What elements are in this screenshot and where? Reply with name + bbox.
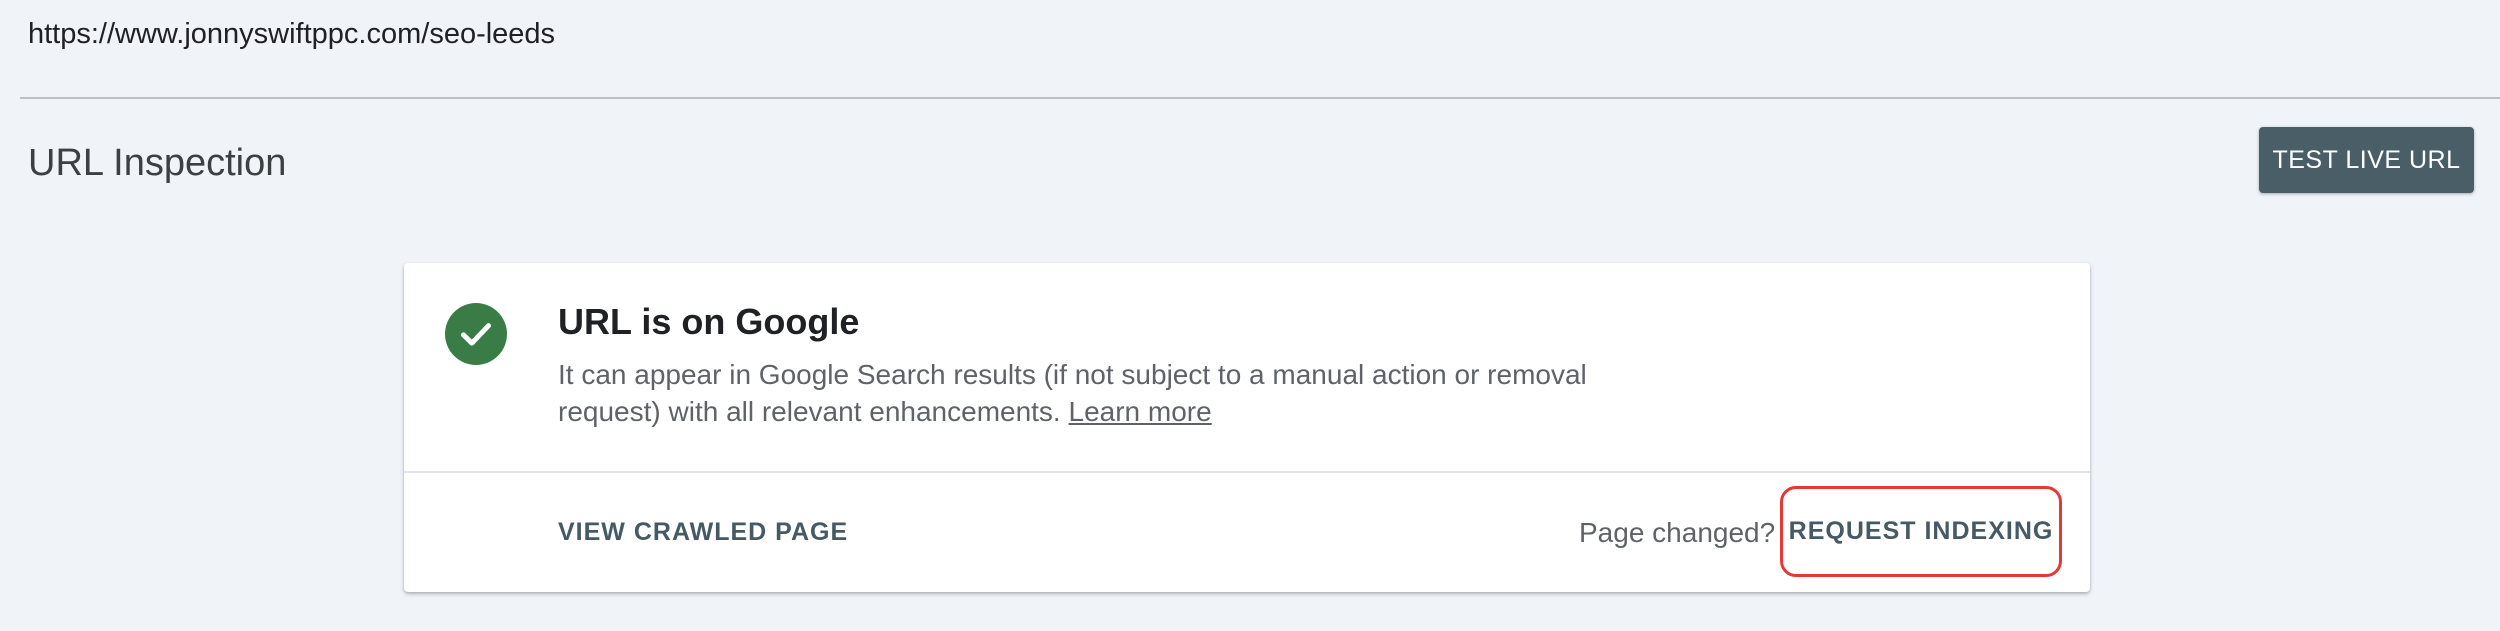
inspected-url: https://www.jonnyswiftppc.com/seo-leeds (28, 18, 556, 50)
status-title: URL is on Google (558, 301, 860, 342)
card-divider (404, 471, 2090, 473)
test-live-url-button[interactable]: TEST LIVE URL (2259, 127, 2474, 193)
status-description: It can appear in Google Search results (… (558, 356, 1638, 430)
page-changed-text: Page changed? (1579, 517, 1776, 548)
learn-more-link[interactable]: Learn more (1069, 396, 1212, 427)
status-card: URL is on Google It can appear in Google… (404, 263, 2090, 592)
header-divider (20, 97, 2500, 99)
view-crawled-page-button[interactable]: VIEW CRAWLED PAGE (558, 518, 848, 547)
request-indexing-button[interactable]: REQUEST INDEXING (1780, 486, 2062, 577)
page-title: URL Inspection (28, 142, 287, 184)
check-circle-icon (445, 303, 507, 365)
